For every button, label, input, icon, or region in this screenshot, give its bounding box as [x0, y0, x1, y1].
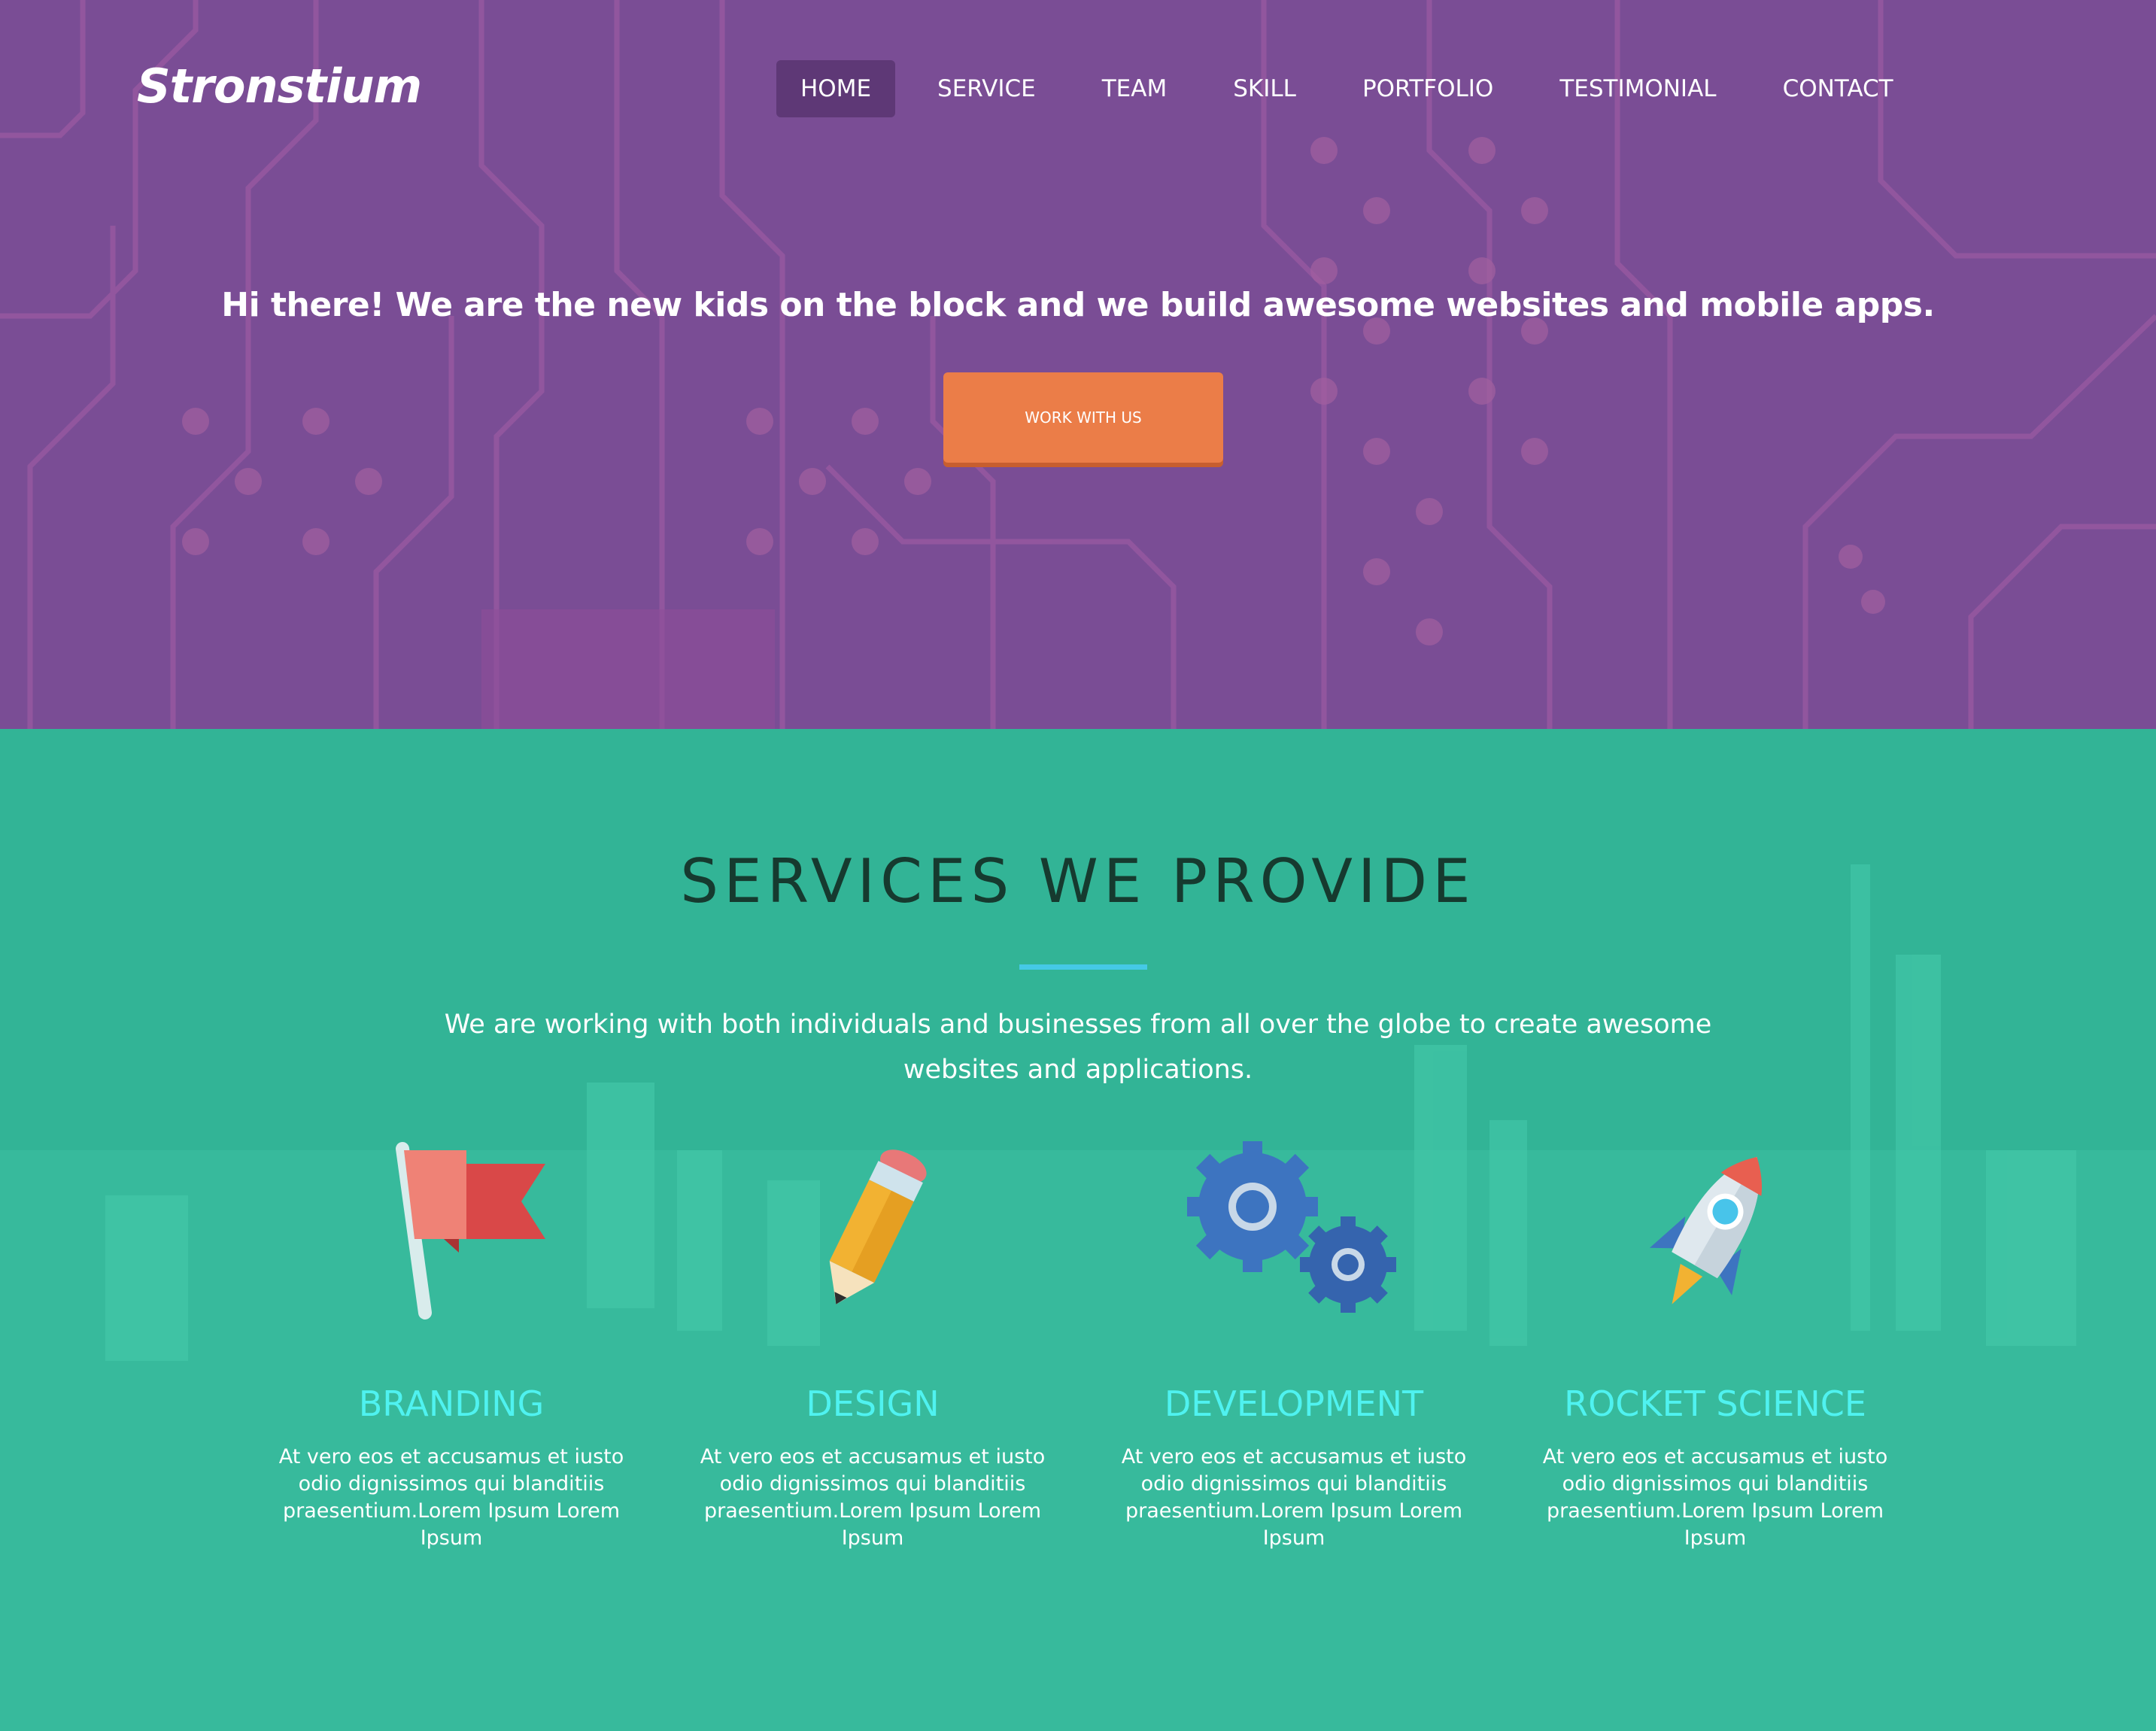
- nav-item-service[interactable]: SERVICE: [913, 60, 1060, 117]
- service-description: At vero eos et accusamus et iusto odio d…: [700, 1445, 1046, 1550]
- service-description: At vero eos et accusamus et iusto odio d…: [1542, 1445, 1888, 1550]
- gears-icon: [1187, 1141, 1396, 1313]
- service-title: DESIGN: [806, 1383, 940, 1424]
- service-title: DEVELOPMENT: [1164, 1383, 1424, 1424]
- hero-section: Stronstium HOME SERVICE TEAM SKILL PORTF…: [0, 0, 2156, 729]
- service-card-design: DESIGN At vero eos et accusamus et iusto…: [677, 1135, 1068, 1552]
- work-with-us-button[interactable]: WORK WITH US: [943, 372, 1223, 463]
- services-title: SERVICES WE PROVIDE: [680, 846, 1476, 916]
- service-card-development: DEVELOPMENT At vero eos et accusamus et …: [1098, 1135, 1489, 1552]
- service-title: ROCKET SCIENCE: [1564, 1383, 1866, 1424]
- main-nav: HOME SERVICE TEAM SKILL PORTFOLIO TESTIM…: [776, 60, 1936, 117]
- nav-item-contact[interactable]: CONTACT: [1759, 60, 1918, 117]
- title-divider: [1019, 964, 1147, 970]
- services-intro: We are working with both individuals and…: [444, 1010, 1712, 1085]
- brand-logo[interactable]: Stronstium: [137, 59, 422, 114]
- nav-item-portfolio[interactable]: PORTFOLIO: [1338, 60, 1517, 117]
- hero-headline: Hi there! We are the new kids on the blo…: [221, 286, 1935, 324]
- service-description: At vero eos et accusamus et iusto odio d…: [278, 1445, 624, 1550]
- nav-item-team[interactable]: TEAM: [1078, 60, 1191, 117]
- rocket-icon: [1649, 1156, 1763, 1304]
- service-description: At vero eos et accusamus et iusto odio d…: [1121, 1445, 1467, 1550]
- service-title: BRANDING: [358, 1383, 545, 1424]
- flag-icon: [396, 1142, 545, 1320]
- nav-item-testimonial[interactable]: TESTIMONIAL: [1535, 60, 1740, 117]
- nav-item-skill[interactable]: SKILL: [1209, 60, 1320, 117]
- pencil-icon: [829, 1149, 927, 1304]
- services-section: SERVICES WE PROVIDE We are working with …: [0, 729, 2156, 1731]
- service-card-rocket-science: ROCKET SCIENCE At vero eos et accusamus …: [1520, 1135, 1911, 1552]
- nav-item-home[interactable]: HOME: [776, 60, 896, 117]
- service-card-branding: BRANDING At vero eos et accusamus et ius…: [256, 1135, 647, 1552]
